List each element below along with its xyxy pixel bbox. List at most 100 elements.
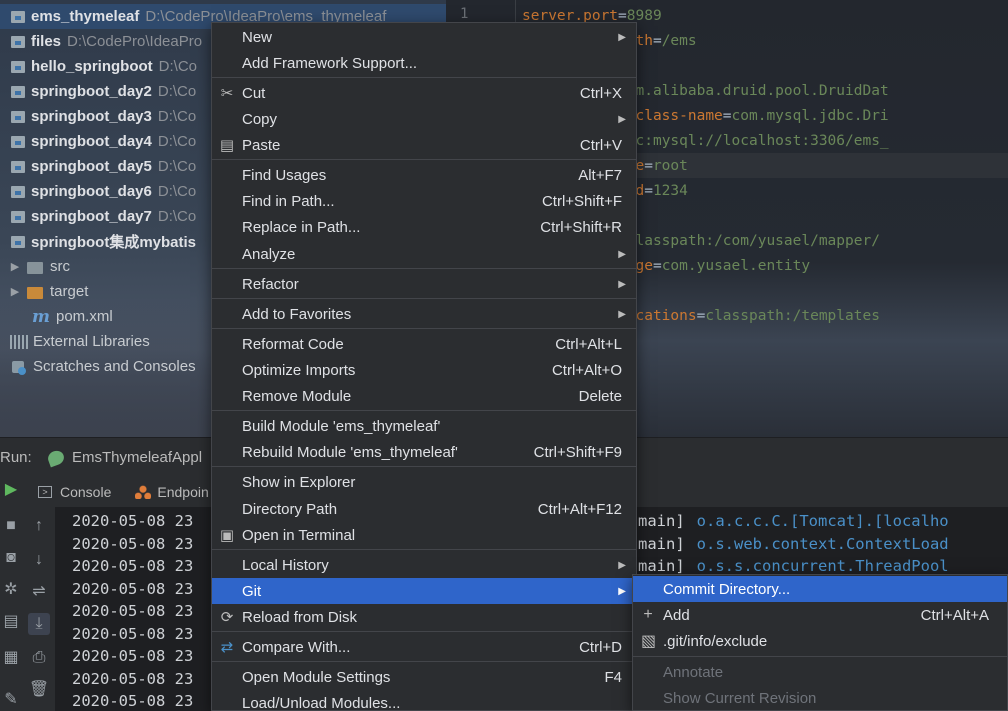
scroll-to-end-icon[interactable]: ⤓ — [28, 613, 50, 635]
menu-item-replace-in-path[interactable]: Replace in Path... Ctrl+Shift+R — [212, 214, 636, 240]
module-path: D:\Co — [157, 208, 197, 225]
menu-item-label: Add to Favorites — [242, 305, 352, 323]
stop-icon[interactable]: ■ — [0, 515, 22, 537]
menu-item-directory-path[interactable]: Directory Path Ctrl+Alt+F12 — [212, 496, 636, 522]
menu-item-reformat-code[interactable]: Reformat Code Ctrl+Alt+L — [212, 331, 636, 357]
git-annotate: Annotate — [633, 659, 1007, 685]
module-icon — [10, 235, 26, 249]
expand-arrow-icon[interactable]: ▶ — [4, 260, 26, 273]
property-value: com.mysql.jdbc.Dri — [731, 107, 889, 124]
menu-item-label: Directory Path — [242, 500, 338, 518]
property-value: root — [652, 157, 688, 174]
libraries-icon — [10, 334, 28, 349]
menu-item-rebuild-module[interactable]: Rebuild Module 'ems_thymeleaf' Ctrl+Shif… — [212, 439, 636, 465]
expand-arrow-icon[interactable]: ▶ — [4, 285, 26, 298]
log-timestamp: 2020-05-08 23 — [72, 692, 194, 711]
property-value: classpath:/templates — [705, 307, 880, 324]
menu-item-label: Compare With... — [242, 638, 351, 656]
run-side-toolbar: ▶ ■ ◙ ✲ ▤ ▦ ✎ — [0, 481, 22, 711]
folder-icon — [26, 260, 44, 274]
menu-item-label: New — [242, 28, 273, 46]
menu-item-open-in-terminal[interactable]: ▣ Open in Terminal — [212, 522, 636, 548]
property-value: classpath:/com/yusael/mapper/ — [626, 232, 880, 249]
menu-item-copy[interactable]: Copy ▶ — [212, 106, 636, 132]
log-thread: main] — [638, 534, 685, 553]
menu-item-refactor[interactable]: Refactor ▶ — [212, 271, 636, 297]
menu-item-git[interactable]: Git ▶ — [212, 578, 636, 604]
menu-item-label: Find Usages — [242, 166, 327, 184]
scissors-icon: ✂ — [220, 85, 234, 102]
menu-item-local-history[interactable]: Local History ▶ — [212, 552, 636, 578]
menu-item-paste[interactable]: ▤ Paste Ctrl+V — [212, 132, 636, 158]
module-path: D:\Co — [157, 133, 197, 150]
grid-icon[interactable]: ▦ — [0, 647, 22, 669]
menu-item-build-module[interactable]: Build Module 'ems_thymeleaf' — [212, 413, 636, 439]
menu-item-cut[interactable]: ✂ Cut Ctrl+X — [212, 80, 636, 106]
menu-item-add-to-favorites[interactable]: Add to Favorites ▶ — [212, 301, 636, 327]
camera-icon[interactable]: ◙ — [0, 547, 22, 569]
menu-item-label: Analyze — [242, 245, 296, 263]
scroll-down-icon[interactable]: ↓ — [28, 549, 50, 571]
tab-endpoints[interactable]: Endpoin — [135, 484, 209, 500]
submenu-item-label: .git/info/exclude — [663, 632, 768, 650]
module-name: springboot_day6 — [31, 183, 152, 200]
menu-item-new[interactable]: New ▶ — [212, 24, 636, 50]
menu-item-show-in-explorer[interactable]: Show in Explorer — [212, 469, 636, 495]
settings-icon[interactable]: ✲ — [0, 579, 22, 601]
menu-item-label: Build Module 'ems_thymeleaf' — [242, 417, 441, 435]
menu-item-label: Git — [242, 582, 262, 600]
menu-item-analyze[interactable]: Analyze ▶ — [212, 241, 636, 267]
console-icon: > — [38, 486, 52, 498]
menu-item-reload-from-disk[interactable]: ⟳ Reload from Disk — [212, 604, 636, 630]
log-logger: o.s.web.context.ContextLoad — [696, 534, 949, 553]
folder-name: target — [50, 283, 89, 300]
menu-item-label: Local History — [242, 556, 329, 574]
module-icon — [10, 85, 26, 99]
menu-item-find-usages[interactable]: Find Usages Alt+F7 — [212, 162, 636, 188]
menu-item-open-module-settings[interactable]: Open Module Settings F4 — [212, 664, 636, 690]
module-name: springboot_day3 — [31, 108, 152, 125]
menu-item-add-framework-support[interactable]: Add Framework Support... — [212, 50, 636, 76]
soft-wrap-icon[interactable]: ⇌ — [28, 581, 50, 603]
menu-item-shortcut: Ctrl+Shift+F9 — [533, 443, 622, 461]
menu-item-label: Cut — [242, 84, 266, 102]
submenu-arrow-icon: ▶ — [618, 559, 626, 571]
menu-separator — [212, 268, 636, 269]
property-value: 1234 — [652, 182, 688, 199]
git-show-current-revision: Show Current Revision — [633, 685, 1007, 710]
property-value: /ems — [661, 32, 697, 49]
layout-icon[interactable]: ▤ — [0, 611, 22, 633]
menu-item-remove-module[interactable]: Remove Module Delete — [212, 383, 636, 409]
endpoints-icon — [135, 485, 152, 499]
git-commit-directory[interactable]: Commit Directory... — [633, 576, 1007, 602]
menu-item-load-unload-modules[interactable]: Load/Unload Modules... — [212, 690, 636, 711]
menu-item-label: Show in Explorer — [242, 473, 356, 491]
print-icon[interactable]: ⎙ — [28, 647, 50, 669]
menu-separator — [212, 159, 636, 160]
menu-item-optimize-imports[interactable]: Optimize Imports Ctrl+Alt+O — [212, 357, 636, 383]
log-logger: o.a.c.c.C.[Tomcat].[localho — [696, 512, 949, 531]
menu-item-label: Optimize Imports — [242, 361, 356, 379]
reload-icon: ⟳ — [220, 609, 234, 626]
trash-icon[interactable]: 🗑 — [28, 679, 50, 701]
scroll-up-icon[interactable]: ↑ — [28, 515, 50, 537]
menu-separator — [212, 77, 636, 78]
submenu-arrow-icon: ▶ — [618, 585, 626, 597]
menu-item-label: Paste — [242, 136, 281, 154]
menu-item-label: Reformat Code — [242, 335, 344, 353]
menu-item-find-in-path[interactable]: Find in Path... Ctrl+Shift+F — [212, 188, 636, 214]
terminal-icon: ▣ — [219, 527, 235, 544]
menu-item-label: Reload from Disk — [242, 608, 358, 626]
pin-icon[interactable]: ✎ — [0, 689, 22, 711]
menu-item-label: Find in Path... — [242, 192, 335, 210]
git-info-exclude[interactable]: ▧ .git/info/exclude — [633, 628, 1007, 654]
excluded-folder-icon — [26, 285, 44, 299]
git-add[interactable]: + Add Ctrl+Alt+A — [633, 602, 1007, 628]
run-icon[interactable]: ▶ — [0, 479, 22, 501]
run-config-tab[interactable]: EmsThymeleafAppl — [46, 448, 202, 467]
tab-console[interactable]: > Console — [38, 484, 111, 500]
log-timestamp: 2020-05-08 23 — [72, 557, 194, 576]
submenu-arrow-icon: ▶ — [618, 113, 626, 125]
menu-item-compare-with[interactable]: ⇄ Compare With... Ctrl+D — [212, 634, 636, 660]
module-name: hello_springboot — [31, 58, 153, 75]
